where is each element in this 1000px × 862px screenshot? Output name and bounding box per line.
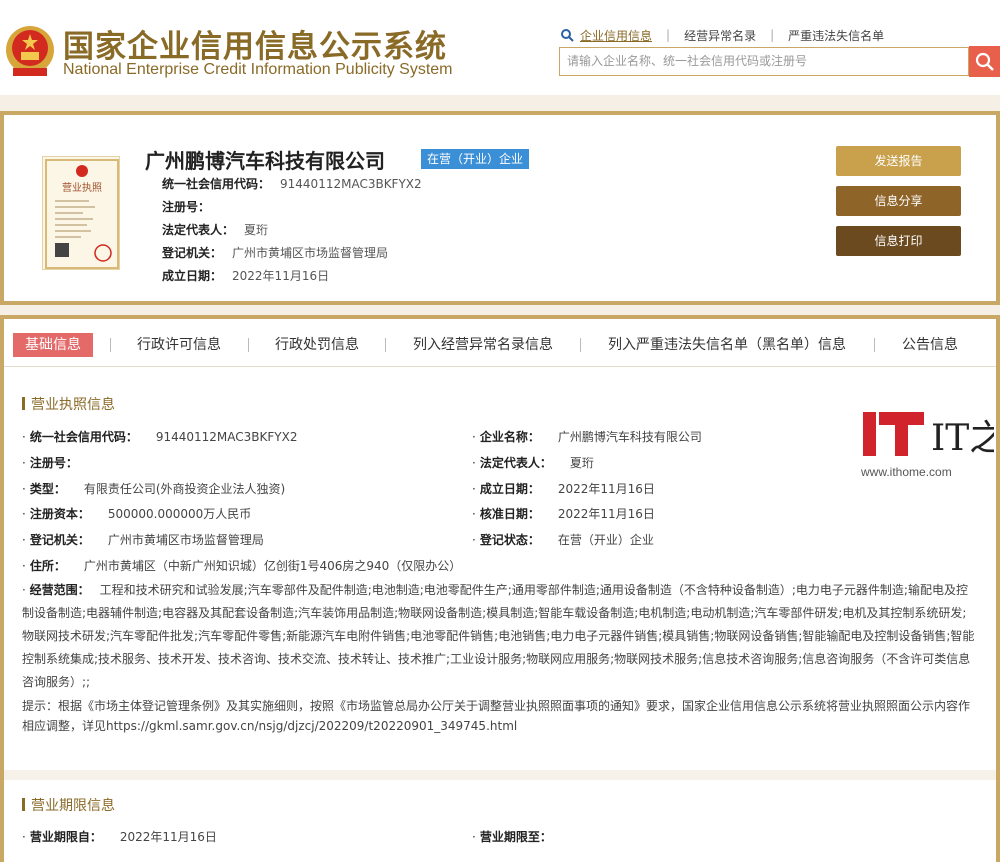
search-button[interactable]	[969, 46, 1000, 77]
business-license-thumbnail[interactable]: 营业执照	[42, 156, 120, 270]
tab-divider	[248, 338, 249, 352]
tab-announcements[interactable]: 公告信息	[902, 333, 958, 357]
tab-divider	[874, 338, 875, 352]
tab-divider: |	[666, 28, 671, 42]
notice-text: 提示：根据《市场主体登记管理条例》及其实施细则，按照《市场监管总局办公厅关于调整…	[22, 699, 971, 733]
field-registration-status: · 登记状态： 在营（开业）企业	[472, 533, 654, 547]
status-badge: 在营（开业）企业	[421, 149, 530, 169]
search-input[interactable]: 请输入企业名称、统一社会信用代码或注册号	[559, 47, 969, 76]
search-icon	[561, 29, 574, 42]
registration-authority-row: 登记机关： 广州市黄埔区市场监督管理局	[162, 244, 388, 262]
license-section-title: 营业执照信息	[22, 394, 115, 414]
field-address: · 住所： 广州市黄埔区（中新广州知识城）亿创街1号406房之940（仅限办公）	[22, 559, 462, 573]
field-establishment-date: · 成立日期： 2022年11月16日	[472, 482, 655, 496]
print-info-button[interactable]: 信息打印	[836, 226, 961, 256]
license-caption: 营业执照	[62, 181, 102, 194]
tab-divider	[580, 338, 581, 352]
tab-admin-license[interactable]: 行政许可信息	[137, 333, 221, 357]
tab-divider	[110, 338, 111, 352]
site-subtitle: National Enterprise Credit Information P…	[63, 61, 453, 78]
ithome-logo: IT之家 www.ithome.com	[860, 412, 994, 479]
company-summary-card: 营业执照 广州鹏博汽车科技有限公司 在营（开业）企业 统一社会信用代码： 9144…	[0, 111, 1000, 305]
section-title-text: 营业执照信息	[31, 397, 115, 413]
tab-divider	[385, 338, 386, 352]
row-value: 广州市黄埔区市场监督管理局	[232, 246, 389, 260]
tab-abnormal-list[interactable]: 列入经营异常名录信息	[413, 333, 553, 357]
national-emblem-icon	[6, 26, 54, 76]
field-term-from: · 营业期限自： 2022年11月16日	[22, 830, 217, 844]
license-document-icon: 营业执照	[45, 159, 119, 269]
field-legal-representative: · 法定代表人： 夏珩	[472, 456, 594, 470]
search-type-tabs: 企业信用信息 | 经营异常名录 | 严重违法失信名单	[560, 26, 884, 44]
site-title: 国家企业信用信息公示系统	[63, 29, 447, 65]
watermark-url: www.ithome.com	[860, 465, 952, 479]
info-tabs: 基础信息 行政许可信息 行政处罚信息 列入经营异常名录信息 列入严重违法失信名单…	[4, 319, 996, 367]
section-divider	[4, 770, 996, 780]
section-marker	[22, 397, 25, 410]
row-label: 注册号：	[162, 200, 211, 214]
field-term-to: · 营业期限至：	[472, 830, 552, 844]
site-header: 国家企业信用信息公示系统 National Enterprise Credit …	[0, 0, 1000, 95]
field-registered-capital: · 注册资本： 500000.000000万人民币	[22, 507, 252, 521]
row-label: 统一社会信用代码：	[162, 177, 271, 191]
field-company-name: · 企业名称： 广州鹏博汽车科技有限公司	[472, 430, 702, 444]
search-tab-blacklist[interactable]: 严重违法失信名单	[788, 27, 884, 44]
field-type: · 类型： 有限责任公司(外商投资企业法人独资)	[22, 482, 286, 496]
field-registration-number: · 注册号：	[22, 456, 78, 470]
field-approval-date: · 核准日期： 2022年11月16日	[472, 507, 655, 521]
search-icon	[975, 52, 994, 71]
establishment-date-row: 成立日期： 2022年11月16日	[162, 267, 329, 285]
tab-basic-info[interactable]: 基础信息	[13, 333, 93, 357]
scope-text: 工程和技术研究和试验发展;汽车零部件及配件制造;电池制造;电池零配件生产;通用零…	[22, 583, 975, 689]
detail-panel: 基础信息 行政许可信息 行政处罚信息 列入经营异常名录信息 列入严重违法失信名单…	[0, 315, 1000, 862]
row-label: 法定代表人：	[162, 223, 235, 237]
search-tab-abnormal-list[interactable]: 经营异常名录	[684, 27, 756, 44]
business-scope: · 经营范围： 工程和技术研究和试验发展;汽车零部件及配件制造;电池制造;电池零配…	[22, 583, 975, 689]
row-value: 夏珩	[244, 223, 269, 237]
tab-divider: |	[770, 28, 775, 42]
send-report-button[interactable]: 发送报告	[836, 146, 961, 176]
row-value: 91440112MAC3BKFYX2	[280, 177, 422, 191]
scope-label: 经营范围：	[29, 583, 90, 597]
share-info-button[interactable]: 信息分享	[836, 186, 961, 216]
row-label: 成立日期：	[162, 269, 223, 283]
field-credit-code: · 统一社会信用代码： 91440112MAC3BKFYX2	[22, 430, 298, 444]
search-tab-credit-info[interactable]: 企业信用信息	[580, 27, 652, 44]
tab-blacklist[interactable]: 列入严重违法失信名单（黑名单）信息	[608, 333, 846, 357]
section-title-text: 营业期限信息	[31, 798, 115, 814]
company-name: 广州鹏博汽车科技有限公司	[145, 149, 385, 173]
row-value: 2022年11月16日	[232, 269, 330, 283]
watermark-logo-text: IT之家	[931, 418, 994, 459]
row-label: 登记机关：	[162, 246, 223, 260]
term-section-title: 营业期限信息	[22, 795, 115, 815]
tab-admin-penalty[interactable]: 行政处罚信息	[275, 333, 359, 357]
field-registration-authority: · 登记机关： 广州市黄埔区市场监督管理局	[22, 533, 264, 547]
legal-representative-row: 法定代表人： 夏珩	[162, 221, 268, 239]
registration-number-row: 注册号：	[162, 198, 220, 216]
credit-code-row: 统一社会信用代码： 91440112MAC3BKFYX2	[162, 175, 422, 193]
section-marker	[22, 798, 25, 811]
